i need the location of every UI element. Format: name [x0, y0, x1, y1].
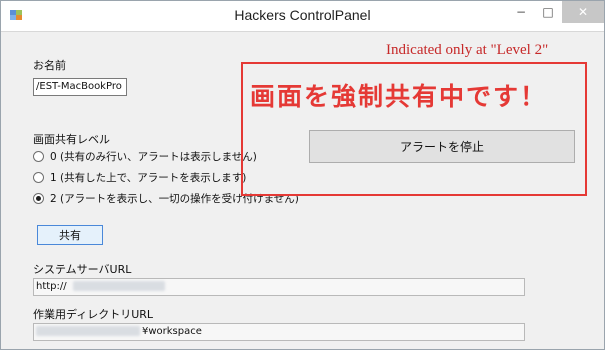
- minimize-button[interactable]: −: [508, 1, 534, 23]
- radio-level-1[interactable]: [33, 172, 44, 183]
- main-panel: お名前 /EST-MacBookPro 画面共有レベル 0 (共有のみ行い、アラ…: [1, 32, 604, 349]
- share-button[interactable]: 共有: [37, 225, 103, 245]
- radio-level-0[interactable]: [33, 151, 44, 162]
- minimize-icon: −: [515, 5, 527, 19]
- alert-panel: 画面を強制共有中です！ アラートを停止: [241, 62, 587, 196]
- app-window: Hackers ControlPanel − □ ✕ お名前 /EST-MacB…: [0, 0, 605, 350]
- system-url-value: http://: [36, 281, 67, 292]
- redacted-path: [36, 326, 140, 336]
- alert-title: 画面を強制共有中です！: [250, 82, 548, 111]
- work-dir-label: 作業用ディレクトリURL: [33, 308, 154, 321]
- level-2-note: Indicated only at "Level 2": [386, 42, 549, 58]
- level-0-label: 0 (共有のみ行い、アラートは表示しません): [50, 151, 257, 163]
- redacted-host: [72, 281, 165, 291]
- name-label: お名前: [33, 59, 66, 72]
- close-button[interactable]: ✕: [562, 1, 604, 23]
- title-bar: Hackers ControlPanel − □ ✕: [1, 1, 604, 32]
- stop-alert-button[interactable]: アラートを停止: [309, 130, 575, 163]
- level-0-option[interactable]: 0 (共有のみ行い、アラートは表示しません): [33, 149, 257, 164]
- work-dir-field[interactable]: ¥workspace: [33, 323, 525, 341]
- system-url-label: システムサーバURL: [33, 263, 132, 276]
- work-dir-suffix: ¥workspace: [142, 326, 202, 337]
- close-icon: ✕: [577, 5, 589, 19]
- maximize-button[interactable]: □: [535, 1, 561, 23]
- maximize-icon: □: [542, 5, 554, 19]
- radio-level-2[interactable]: [33, 193, 44, 204]
- level-1-label: 1 (共有した上で、アラートを表示します): [50, 172, 247, 184]
- level-1-option[interactable]: 1 (共有した上で、アラートを表示します): [33, 170, 246, 185]
- name-field[interactable]: /EST-MacBookPro: [33, 78, 127, 96]
- share-level-label: 画面共有レベル: [33, 133, 110, 146]
- system-url-field[interactable]: http://: [33, 278, 525, 296]
